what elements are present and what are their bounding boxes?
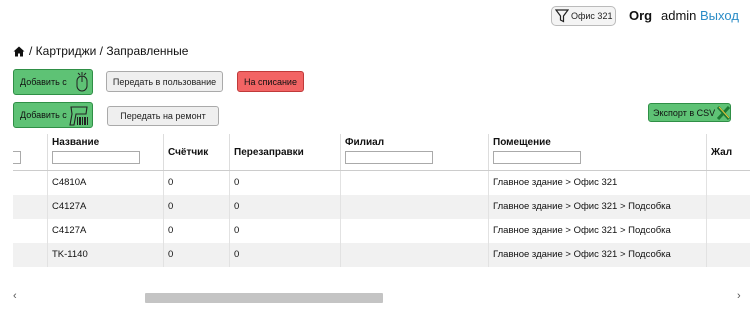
header-name-label: Название bbox=[52, 137, 100, 148]
header-more[interactable]: Жал bbox=[706, 134, 750, 170]
header-refills[interactable]: Перезаправки bbox=[229, 134, 340, 170]
filter-icon bbox=[555, 9, 569, 23]
add-scan-label: Добавить с bbox=[20, 77, 67, 87]
export-csv-button[interactable]: Экспорт в CSV bbox=[648, 103, 731, 122]
row-refills: 0 bbox=[229, 195, 340, 219]
row-room: Главное здание > Офис 321 > Подсобка bbox=[488, 219, 706, 243]
breadcrumb-text: / Картриджи / Заправленные bbox=[29, 44, 189, 58]
row-name: TK-1140 bbox=[47, 243, 163, 267]
header-room[interactable]: Помещение bbox=[488, 134, 706, 170]
name-filter-input[interactable] bbox=[52, 151, 140, 164]
row-select-cell[interactable] bbox=[13, 171, 47, 195]
row-more bbox=[706, 219, 750, 243]
logout-link[interactable]: Выход bbox=[700, 8, 739, 23]
row-counter: 0 bbox=[163, 195, 229, 219]
row-counter: 0 bbox=[163, 171, 229, 195]
table-header: Название Счётчик Перезаправки Филиал Пом… bbox=[13, 134, 750, 171]
scroll-right-icon[interactable]: › bbox=[737, 290, 741, 302]
row-name: C4127A bbox=[47, 219, 163, 243]
office-filter-label: Офис 321 bbox=[571, 11, 613, 21]
scrollbar-thumb[interactable] bbox=[145, 293, 383, 303]
row-refills: 0 bbox=[229, 171, 340, 195]
transfer-user-button[interactable]: Передать в пользование bbox=[106, 71, 223, 92]
header-branch[interactable]: Филиал bbox=[340, 134, 488, 170]
row-room: Главное здание > Офис 321 bbox=[488, 171, 706, 195]
barcode-scanner-icon bbox=[69, 106, 88, 126]
row-more bbox=[706, 195, 750, 219]
header-branch-label: Филиал bbox=[345, 137, 385, 148]
row-branch bbox=[340, 195, 488, 219]
add-barcode-button[interactable]: Добавить с bbox=[13, 102, 93, 128]
select-filter-input[interactable] bbox=[13, 151, 21, 164]
row-counter: 0 bbox=[163, 219, 229, 243]
table-row[interactable]: C4810A 0 0 Главное здание > Офис 321 bbox=[13, 171, 750, 195]
header-refills-label: Перезаправки bbox=[234, 147, 304, 158]
export-csv-label: Экспорт в CSV bbox=[653, 107, 716, 118]
transfer-repair-button[interactable]: Передать на ремонт bbox=[107, 106, 219, 126]
row-more bbox=[706, 243, 750, 267]
row-refills: 0 bbox=[229, 219, 340, 243]
mouse-icon bbox=[76, 72, 88, 92]
header-select-col bbox=[13, 134, 47, 170]
row-room: Главное здание > Офис 321 > Подсобка bbox=[488, 243, 706, 267]
excel-icon bbox=[717, 106, 730, 120]
table-row[interactable]: TK-1140 0 0 Главное здание > Офис 321 > … bbox=[13, 243, 750, 267]
header-more-label: Жал bbox=[711, 147, 733, 158]
home-icon[interactable] bbox=[13, 46, 25, 57]
write-off-button[interactable]: На списание bbox=[237, 71, 304, 92]
row-counter: 0 bbox=[163, 243, 229, 267]
breadcrumb: / Картриджи / Заправленные bbox=[13, 44, 188, 58]
add-scan-button[interactable]: Добавить с bbox=[13, 69, 93, 95]
table-row[interactable]: C4127A 0 0 Главное здание > Офис 321 > П… bbox=[13, 195, 750, 219]
row-branch bbox=[340, 171, 488, 195]
header-name[interactable]: Название bbox=[47, 134, 163, 170]
row-branch bbox=[340, 219, 488, 243]
add-barcode-label: Добавить с bbox=[20, 110, 67, 120]
row-select-cell[interactable] bbox=[13, 219, 47, 243]
room-filter-input[interactable] bbox=[493, 151, 581, 164]
org-name: Org bbox=[629, 8, 653, 23]
header-counter-label: Счётчик bbox=[168, 147, 209, 158]
row-room: Главное здание > Офис 321 > Подсобка bbox=[488, 195, 706, 219]
header-counter[interactable]: Счётчик bbox=[163, 134, 229, 170]
office-filter[interactable]: Офис 321 bbox=[551, 6, 616, 26]
cartridges-table: Название Счётчик Перезаправки Филиал Пом… bbox=[13, 134, 750, 268]
row-more bbox=[706, 171, 750, 195]
row-branch bbox=[340, 243, 488, 267]
scroll-left-icon[interactable]: ‹ bbox=[13, 290, 17, 302]
user-name: admin bbox=[661, 8, 697, 23]
header-room-label: Помещение bbox=[493, 137, 551, 148]
row-name: C4127A bbox=[47, 195, 163, 219]
table-row[interactable]: C4127A 0 0 Главное здание > Офис 321 > П… bbox=[13, 219, 750, 243]
row-name: C4810A bbox=[47, 171, 163, 195]
row-refills: 0 bbox=[229, 243, 340, 267]
row-select-cell[interactable] bbox=[13, 243, 47, 267]
row-select-cell[interactable] bbox=[13, 195, 47, 219]
branch-filter-input[interactable] bbox=[345, 151, 433, 164]
